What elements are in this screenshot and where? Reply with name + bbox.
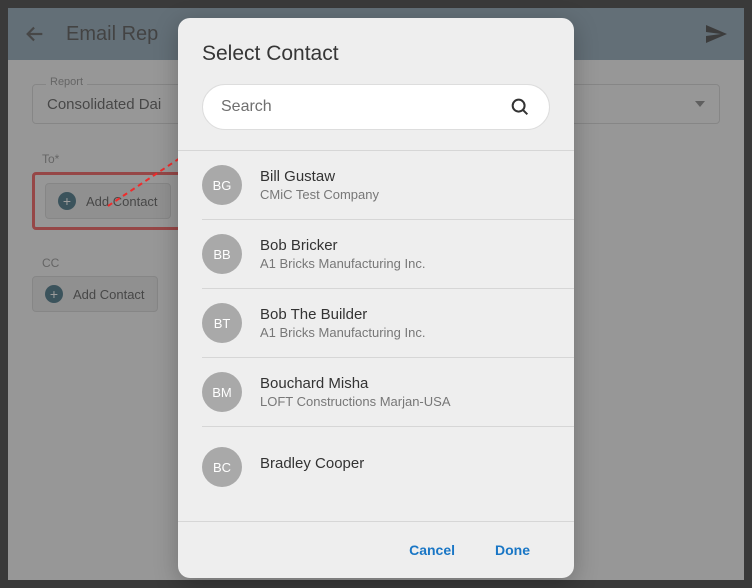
select-contact-modal: Select Contact BG Bill Gustaw CMiC Test … [178,18,574,578]
avatar: BM [202,372,242,412]
avatar: BT [202,303,242,343]
search-icon[interactable] [509,96,531,118]
contact-company: CMiC Test Company [260,187,379,202]
contact-row[interactable]: BM Bouchard Misha LOFT Constructions Mar… [178,358,574,426]
search-input[interactable] [221,98,509,116]
contact-name: Bradley Cooper [260,455,364,472]
contact-company: A1 Bricks Manufacturing Inc. [260,325,425,340]
contact-name: Bob The Builder [260,306,425,323]
contact-list: BG Bill Gustaw CMiC Test Company BB Bob … [178,150,574,521]
cancel-button[interactable]: Cancel [409,542,455,558]
search-field[interactable] [202,84,550,130]
modal-title: Select Contact [178,18,574,84]
contact-row[interactable]: BC Bradley Cooper [178,427,574,487]
avatar: BB [202,234,242,274]
modal-actions: Cancel Done [178,521,574,578]
contact-row[interactable]: BT Bob The Builder A1 Bricks Manufacturi… [178,289,574,357]
done-button[interactable]: Done [495,542,530,558]
avatar: BG [202,165,242,205]
contact-name: Bill Gustaw [260,168,379,185]
contact-name: Bob Bricker [260,237,425,254]
avatar: BC [202,447,242,487]
contact-name: Bouchard Misha [260,375,451,392]
contact-row[interactable]: BB Bob Bricker A1 Bricks Manufacturing I… [178,220,574,288]
contact-company: LOFT Constructions Marjan-USA [260,394,451,409]
contact-company: A1 Bricks Manufacturing Inc. [260,256,425,271]
contact-row[interactable]: BG Bill Gustaw CMiC Test Company [178,151,574,219]
